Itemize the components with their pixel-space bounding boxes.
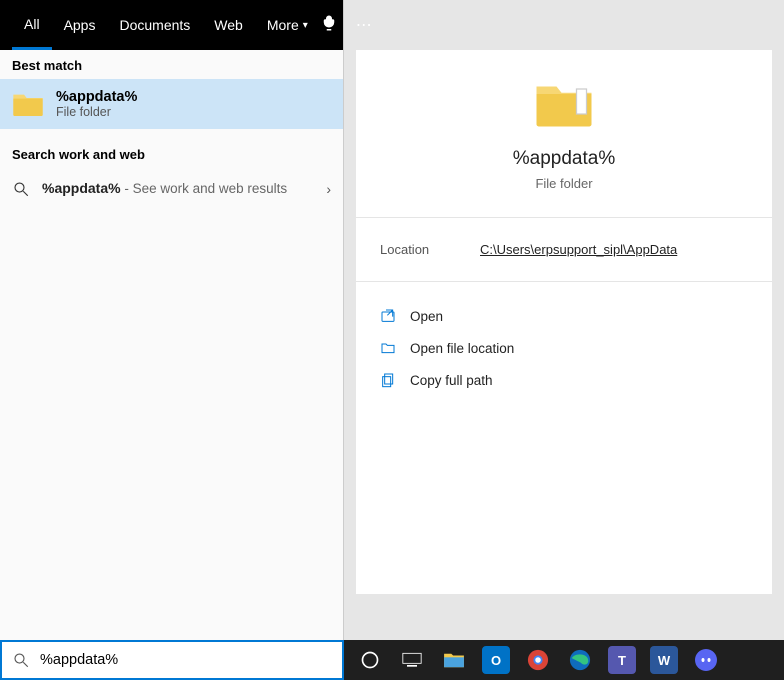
feedback-icon[interactable] bbox=[320, 14, 338, 37]
chevron-down-icon: ▾ bbox=[303, 20, 308, 31]
best-match-header: Best match bbox=[0, 50, 343, 79]
location-label: Location bbox=[380, 242, 480, 257]
detail-hero: %appdata% File folder bbox=[356, 50, 772, 218]
detail-panel: %appdata% File folder Location C:\Users\… bbox=[356, 50, 772, 594]
taskbar-cortana[interactable] bbox=[356, 646, 384, 674]
detail-location: Location C:\Users\erpsupport_sipl\AppDat… bbox=[356, 218, 772, 282]
taskbar-discord[interactable] bbox=[692, 646, 720, 674]
action-open-location[interactable]: Open file location bbox=[378, 332, 750, 364]
folder-icon bbox=[534, 78, 594, 130]
tab-more[interactable]: More ▾ bbox=[255, 0, 320, 50]
taskbar-edge[interactable] bbox=[566, 646, 594, 674]
copy-icon bbox=[380, 372, 396, 388]
action-open[interactable]: Open bbox=[378, 300, 750, 332]
tab-more-label: More bbox=[267, 17, 299, 33]
taskbar-chrome[interactable] bbox=[524, 646, 552, 674]
more-options-icon[interactable]: ⋯ bbox=[356, 15, 372, 35]
web-hint: - See work and web results bbox=[121, 181, 288, 196]
taskbar-word[interactable]: W bbox=[650, 646, 678, 674]
search-icon bbox=[12, 180, 30, 198]
web-result[interactable]: %appdata% - See work and web results › bbox=[0, 168, 343, 210]
action-copy-path[interactable]: Copy full path bbox=[378, 364, 750, 396]
open-icon bbox=[380, 308, 396, 324]
action-open-location-label: Open file location bbox=[410, 341, 514, 356]
tab-web[interactable]: Web bbox=[202, 0, 255, 50]
taskbar: O T W bbox=[344, 640, 784, 680]
location-path[interactable]: C:\Users\erpsupport_sipl\AppData bbox=[480, 242, 677, 257]
search-box[interactable] bbox=[0, 640, 344, 680]
taskbar-teams[interactable]: T bbox=[608, 646, 636, 674]
web-term: %appdata% bbox=[42, 180, 121, 196]
taskbar-outlook[interactable]: O bbox=[482, 646, 510, 674]
search-web-header: Search work and web bbox=[0, 139, 343, 168]
search-panel: All Apps Documents Web More ▾ ⋯ Best mat… bbox=[0, 0, 344, 640]
result-subtitle: File folder bbox=[56, 105, 137, 119]
detail-actions: Open Open file location Copy full path bbox=[356, 282, 772, 414]
result-title: %appdata% bbox=[56, 89, 137, 105]
folder-open-icon bbox=[380, 340, 396, 356]
search-icon bbox=[12, 651, 30, 669]
taskbar-explorer[interactable] bbox=[440, 646, 468, 674]
detail-title: %appdata% bbox=[513, 148, 615, 170]
taskbar-taskview[interactable] bbox=[398, 646, 426, 674]
detail-subtitle: File folder bbox=[535, 176, 592, 191]
folder-icon bbox=[12, 90, 44, 118]
tab-all[interactable]: All bbox=[12, 0, 52, 50]
action-open-label: Open bbox=[410, 309, 443, 324]
search-input[interactable] bbox=[40, 652, 332, 668]
chevron-right-icon: › bbox=[326, 181, 331, 197]
action-copy-path-label: Copy full path bbox=[410, 373, 493, 388]
search-tabs: All Apps Documents Web More ▾ ⋯ bbox=[0, 0, 343, 50]
tab-documents[interactable]: Documents bbox=[107, 0, 202, 50]
tab-apps[interactable]: Apps bbox=[52, 0, 108, 50]
best-match-result[interactable]: %appdata% File folder bbox=[0, 79, 343, 129]
